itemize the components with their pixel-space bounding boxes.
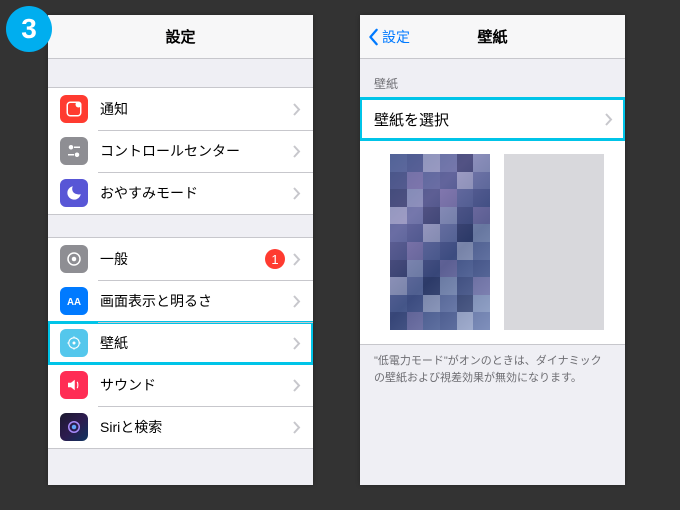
siri-icon bbox=[60, 413, 88, 441]
dnd-icon bbox=[60, 179, 88, 207]
row-label: 壁紙 bbox=[100, 333, 293, 353]
settings-row-sound[interactable]: サウンド bbox=[48, 364, 313, 406]
wallpaper-previews bbox=[360, 140, 625, 345]
settings-row-siri[interactable]: Siriと検索 bbox=[48, 406, 313, 448]
row-label: 壁紙を選択 bbox=[374, 109, 605, 130]
wallpaper-icon bbox=[60, 329, 88, 357]
chevron-right-icon bbox=[293, 145, 301, 158]
chevron-right-icon bbox=[605, 113, 613, 126]
footnote: "低電力モード"がオンのときは、ダイナミックの壁紙および視差効果が無効になります… bbox=[360, 345, 625, 394]
row-label: コントロールセンター bbox=[100, 141, 293, 161]
navbar: 設定 壁紙 bbox=[360, 15, 625, 59]
settings-row-display[interactable]: AA 画面表示と明るさ bbox=[48, 280, 313, 322]
notifications-icon bbox=[60, 95, 88, 123]
settings-group-2: 一般 1 AA 画面表示と明るさ 壁紙 サウンド bbox=[48, 237, 313, 449]
chevron-right-icon bbox=[293, 253, 301, 266]
back-label: 設定 bbox=[382, 27, 410, 47]
chevron-right-icon bbox=[293, 337, 301, 350]
row-label: 一般 bbox=[100, 249, 265, 269]
step-badge: 3 bbox=[6, 6, 52, 52]
control-center-icon bbox=[60, 137, 88, 165]
navbar: 設定 bbox=[48, 15, 313, 59]
row-label: おやすみモード bbox=[100, 183, 293, 203]
settings-row-notifications[interactable]: 通知 bbox=[48, 88, 313, 130]
navbar-title: 設定 bbox=[48, 26, 313, 47]
settings-group-1: 通知 コントロールセンター おやすみモード bbox=[48, 87, 313, 215]
chevron-right-icon bbox=[293, 187, 301, 200]
section-header: 壁紙 bbox=[360, 59, 625, 98]
back-button[interactable]: 設定 bbox=[368, 27, 410, 47]
chevron-right-icon bbox=[293, 103, 301, 116]
settings-row-control-center[interactable]: コントロールセンター bbox=[48, 130, 313, 172]
chevron-right-icon bbox=[293, 379, 301, 392]
settings-row-do-not-disturb[interactable]: おやすみモード bbox=[48, 172, 313, 214]
notification-badge: 1 bbox=[265, 249, 285, 269]
settings-screen: 設定 通知 コントロールセンター おやすみモード bbox=[48, 15, 313, 485]
row-label: 通知 bbox=[100, 99, 293, 119]
chevron-right-icon bbox=[293, 295, 301, 308]
row-label: 画面表示と明るさ bbox=[100, 291, 293, 311]
home-screen-preview[interactable] bbox=[504, 154, 604, 330]
chevron-left-icon bbox=[368, 28, 380, 46]
gear-icon bbox=[60, 245, 88, 273]
display-icon: AA bbox=[60, 287, 88, 315]
settings-row-general[interactable]: 一般 1 bbox=[48, 238, 313, 280]
choose-wallpaper-row[interactable]: 壁紙を選択 bbox=[360, 98, 625, 140]
wallpaper-screen: 設定 壁紙 壁紙 壁紙を選択 "低電力モード"がオンのときは、ダイナミックの壁紙… bbox=[360, 15, 625, 485]
lock-screen-preview[interactable] bbox=[390, 154, 490, 330]
chevron-right-icon bbox=[293, 421, 301, 434]
row-label: サウンド bbox=[100, 375, 293, 395]
row-label: Siriと検索 bbox=[100, 417, 293, 437]
svg-text:AA: AA bbox=[67, 297, 81, 308]
sound-icon bbox=[60, 371, 88, 399]
settings-row-wallpaper[interactable]: 壁紙 bbox=[48, 322, 313, 364]
